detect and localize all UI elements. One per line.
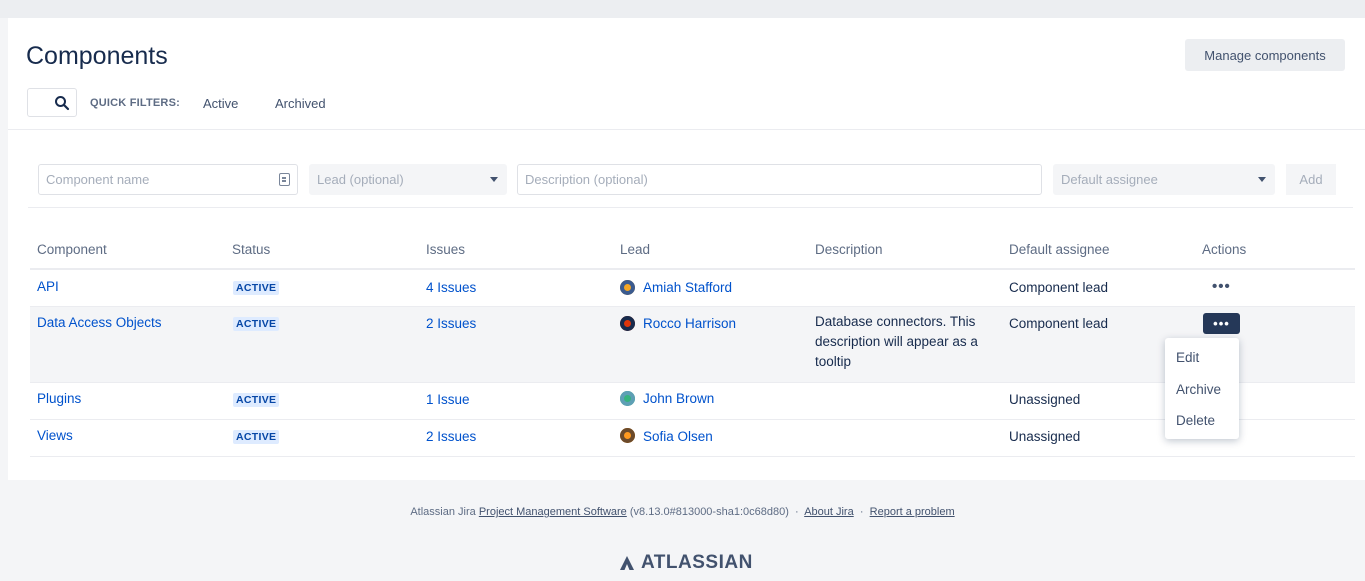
component-link[interactable]: Data Access Objects xyxy=(37,315,162,330)
column-header-component[interactable]: Component xyxy=(37,242,107,257)
search-input[interactable] xyxy=(27,88,77,117)
menu-item-delete[interactable]: Delete xyxy=(1176,413,1215,428)
top-band xyxy=(0,0,1365,18)
status-badge: ACTIVE xyxy=(233,430,280,444)
footer-separator: · xyxy=(795,506,799,518)
contact-card-icon xyxy=(279,173,290,186)
atlassian-icon xyxy=(620,556,634,570)
filter-active[interactable]: Active xyxy=(203,96,238,111)
add-component-form: Component name Lead (optional) Descripti… xyxy=(30,156,1347,208)
status-badge: ACTIVE xyxy=(233,281,280,295)
avatar xyxy=(620,428,635,443)
chevron-down-icon xyxy=(490,177,498,182)
column-header-issues: Issues xyxy=(426,242,466,257)
table-row: Views ACTIVE 2 Issues Sofia Olsen Unassi… xyxy=(30,420,1355,457)
lead-link[interactable]: Sofia Olsen xyxy=(643,429,713,444)
form-divider xyxy=(28,207,1353,208)
column-header-status: Status xyxy=(232,242,271,257)
footer-version: (v8.13.0#813000-sha1:0c68d80) xyxy=(629,506,789,518)
atlassian-logo[interactable]: ATLASSIAN xyxy=(619,552,753,574)
menu-item-archive[interactable]: Archive xyxy=(1176,382,1221,397)
default-assignee-value: Component lead xyxy=(1009,280,1109,295)
search-icon[interactable] xyxy=(54,95,70,111)
avatar xyxy=(620,391,635,406)
about-jira-link[interactable]: About Jira xyxy=(804,506,854,518)
default-assignee-value: Component lead xyxy=(1009,316,1109,331)
assignee-placeholder: Default assignee xyxy=(1061,172,1158,187)
atlassian-logo-text: ATLASSIAN xyxy=(641,552,753,573)
avatar xyxy=(620,280,635,295)
lead-select[interactable]: Lead (optional) xyxy=(309,164,507,195)
actions-more-button[interactable]: ••• xyxy=(1212,278,1231,295)
description-field[interactable]: Description (optional) xyxy=(517,164,1042,195)
column-header-actions: Actions xyxy=(1202,242,1247,257)
footer: Atlassian Jira Project Management Softwa… xyxy=(0,506,1365,518)
avatar xyxy=(620,316,635,331)
issues-link[interactable]: 2 Issues xyxy=(426,316,476,331)
menu-item-edit[interactable]: Edit xyxy=(1176,350,1199,365)
footer-prefix: Atlassian Jira xyxy=(410,506,476,518)
filter-archived[interactable]: Archived xyxy=(275,96,326,111)
default-assignee-value: Unassigned xyxy=(1009,392,1081,407)
issues-link[interactable]: 2 Issues xyxy=(426,429,476,444)
description-placeholder: Description (optional) xyxy=(525,172,648,187)
column-header-lead: Lead xyxy=(620,242,651,257)
table-row: API ACTIVE 4 Issues Amiah Stafford Compo… xyxy=(30,270,1355,307)
actions-menu: Edit Archive Delete xyxy=(1165,338,1239,439)
column-header-default-assignee: Default assignee xyxy=(1009,242,1110,257)
component-name-field[interactable]: Component name xyxy=(38,164,298,195)
component-link[interactable]: Views xyxy=(37,428,73,443)
component-link[interactable]: API xyxy=(37,279,59,294)
default-assignee-select[interactable]: Default assignee xyxy=(1053,164,1275,195)
component-name-placeholder: Component name xyxy=(46,172,150,187)
components-panel: Components Manage components QUICK FILTE… xyxy=(8,18,1365,480)
page-title: Components xyxy=(26,42,168,70)
report-problem-link[interactable]: Report a problem xyxy=(870,506,955,518)
header-divider xyxy=(8,129,1365,130)
description-text: Database connectors. This description wi… xyxy=(815,314,978,369)
status-badge: ACTIVE xyxy=(233,317,280,331)
table-row: Plugins ACTIVE 1 Issue John Brown Unassi… xyxy=(30,383,1355,420)
footer-separator: · xyxy=(859,506,864,518)
issues-link[interactable]: 1 Issue xyxy=(426,392,470,407)
lead-link[interactable]: Amiah Stafford xyxy=(643,280,732,295)
actions-more-button[interactable]: ••• xyxy=(1203,313,1240,334)
component-link[interactable]: Plugins xyxy=(37,391,81,406)
lead-link[interactable]: Rocco Harrison xyxy=(643,316,736,331)
project-management-software-link[interactable]: Project Management Software xyxy=(479,506,627,518)
lead-placeholder: Lead (optional) xyxy=(317,172,404,187)
default-assignee-value: Unassigned xyxy=(1009,429,1081,444)
add-button[interactable]: Add xyxy=(1286,164,1336,195)
issues-link[interactable]: 4 Issues xyxy=(426,280,476,295)
column-header-description: Description xyxy=(815,242,883,257)
manage-components-button[interactable]: Manage components xyxy=(1185,39,1345,71)
table-row: Data Access Objects ACTIVE 2 Issues Rocc… xyxy=(30,307,1355,383)
chevron-down-icon xyxy=(1258,177,1266,182)
status-badge: ACTIVE xyxy=(233,393,280,407)
lead-link[interactable]: John Brown xyxy=(643,391,714,406)
quick-filters-label: QUICK FILTERS: xyxy=(90,97,180,109)
